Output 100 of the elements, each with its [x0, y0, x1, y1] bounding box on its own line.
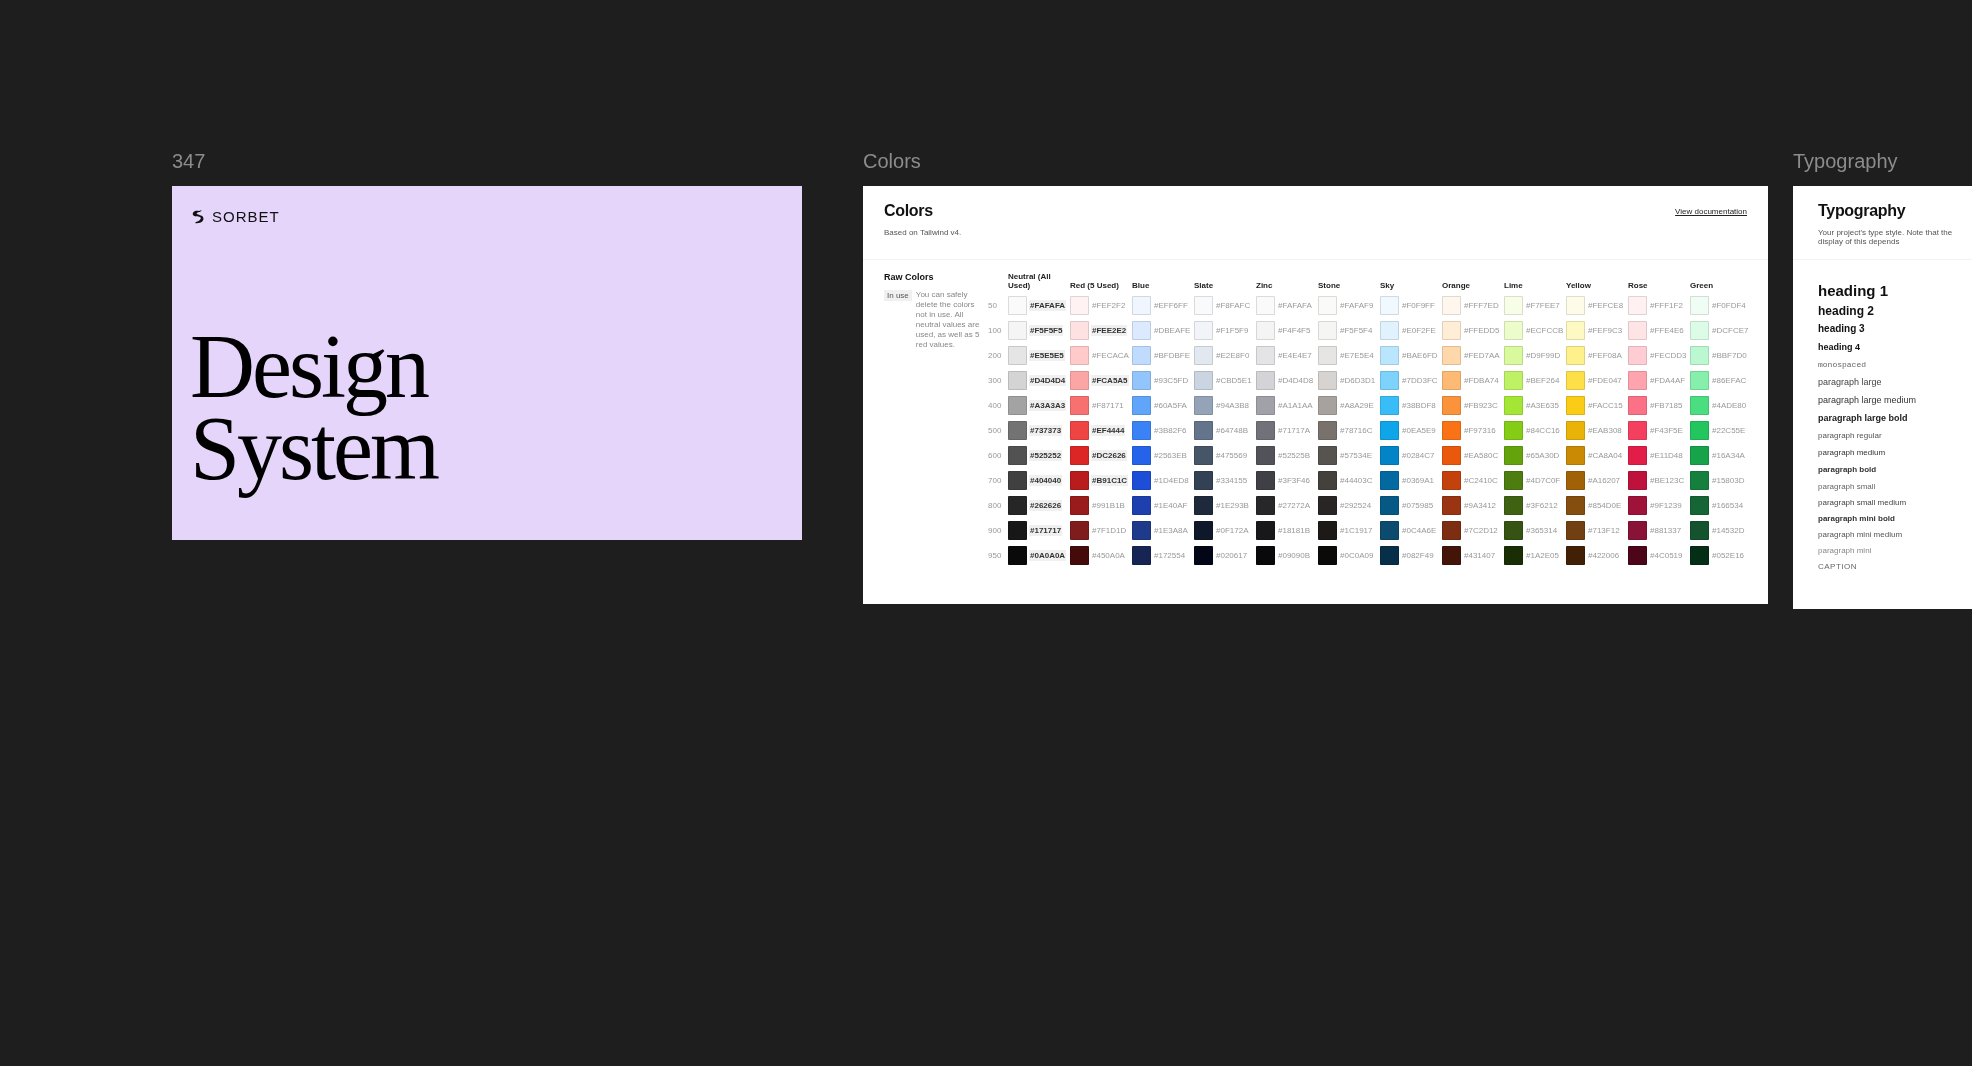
hex-code: #D6D3D1: [1339, 375, 1377, 386]
section-note: You can safely delete the colors not in use. All neutral values are used, as well as 5 red values.: [915, 290, 981, 350]
step-label: 300: [988, 376, 1003, 385]
frame-label[interactable]: Colors: [863, 150, 921, 173]
hex-code: #0284C7: [1401, 450, 1436, 461]
hex-code: #BFDBFE: [1153, 350, 1191, 361]
hex-code: #FDBA74: [1463, 375, 1500, 386]
column-header: Orange: [1442, 281, 1471, 290]
hex-code: #075985: [1401, 500, 1435, 511]
hex-code: #0369A1: [1401, 475, 1436, 486]
hex-code: #475569: [1215, 450, 1249, 461]
hex-code: #BAE6FD: [1401, 350, 1439, 361]
hex-code: #FDE047: [1587, 375, 1623, 386]
hex-code: #93C5FD: [1153, 375, 1190, 386]
hex-code: #E7E5E4: [1339, 350, 1375, 361]
hex-code: #052E16: [1711, 550, 1746, 561]
hex-code: #18181B: [1277, 525, 1312, 536]
hex-code: #15803D: [1711, 475, 1746, 486]
hex-code: #CA8A04: [1587, 450, 1624, 461]
hex-code: #F97316: [1463, 425, 1497, 436]
hex-code: #D4D4D4: [1029, 375, 1067, 386]
hex-code: #F5F5F5: [1029, 325, 1064, 336]
hex-code: #FDA4AF: [1649, 375, 1687, 386]
hex-code: #DCFCE7: [1711, 325, 1750, 336]
hex-code: #BEF264: [1525, 375, 1561, 386]
hex-code: #09090B: [1277, 550, 1312, 561]
step-label: 200: [988, 351, 1003, 360]
page-subtitle: Based on Tailwind v4.: [884, 228, 962, 237]
hex-code: #FEF9C3: [1587, 325, 1624, 336]
type-sample: paragraph small: [1818, 482, 1876, 491]
hex-code: #B91C1C: [1091, 475, 1129, 486]
column-header: Stone: [1318, 281, 1342, 290]
logo-icon: [190, 209, 206, 224]
hex-code: #FEF2F2: [1091, 300, 1127, 311]
hex-code: #525252: [1029, 450, 1063, 461]
page-title: Colors: [884, 202, 934, 220]
column-header: Rose: [1628, 281, 1649, 290]
hex-code: #FAFAFA: [1029, 300, 1067, 311]
frame-label[interactable]: Typography: [1793, 150, 1898, 173]
hex-code: #7DD3FC: [1401, 375, 1439, 386]
hex-code: #F7FEE7: [1525, 300, 1561, 311]
hex-code: #A3A3A3: [1029, 400, 1067, 411]
type-sample: heading 2: [1818, 304, 1874, 318]
step-label: 950: [988, 551, 1003, 560]
hex-code: #854D0E: [1587, 500, 1623, 511]
hex-code: #1D4ED8: [1153, 475, 1190, 486]
frame-label[interactable]: 347: [172, 150, 206, 173]
section-title: Raw Colors: [884, 272, 935, 282]
hex-code: #BBF7D0: [1711, 350, 1748, 361]
hex-code: #F5F5F4: [1339, 325, 1374, 336]
hex-code: #38BDF8: [1401, 400, 1437, 411]
hex-code: #F87171: [1091, 400, 1125, 411]
documentation-link[interactable]: View documentation: [1675, 207, 1747, 216]
page-subtitle: Your project's type style. Note that the display of this depends: [1818, 228, 1954, 246]
hex-code: #4ADE80: [1711, 400, 1748, 411]
hex-code: #7F1D1D: [1091, 525, 1128, 536]
hex-code: #A1A1AA: [1277, 400, 1314, 411]
hex-code: #1C1917: [1339, 525, 1374, 536]
hex-code: #3F3F46: [1277, 475, 1312, 486]
hex-code: #FAFAF9: [1339, 300, 1375, 311]
type-sample: paragraph large: [1818, 377, 1882, 387]
type-sample: CAPTION: [1818, 562, 1858, 571]
type-sample: paragraph regular: [1818, 431, 1882, 440]
hex-code: #0A0A0A: [1029, 550, 1067, 561]
hex-code: #020617: [1215, 550, 1249, 561]
hex-code: #166534: [1711, 500, 1745, 511]
hex-code: #431407: [1463, 550, 1497, 561]
hex-code: #EFF6FF: [1153, 300, 1189, 311]
column-header: Lime: [1504, 281, 1524, 290]
hex-code: #FCA5A5: [1091, 375, 1129, 386]
hex-code: #4D7C0F: [1525, 475, 1562, 486]
hex-code: #57534E: [1339, 450, 1374, 461]
hex-code: #DBEAFE: [1153, 325, 1192, 336]
hex-code: #A8A29E: [1339, 400, 1375, 411]
type-sample: heading 1: [1818, 282, 1888, 299]
step-label: 500: [988, 426, 1003, 435]
hex-code: #FACC15: [1587, 400, 1624, 411]
type-sample: paragraph large bold: [1818, 413, 1908, 423]
hex-code: #292524: [1339, 500, 1373, 511]
hex-code: #F0FDF4: [1711, 300, 1747, 311]
type-sample: paragraph mini: [1818, 546, 1872, 555]
hex-code: #FEE2E2: [1091, 325, 1128, 336]
hex-code: #A16207: [1587, 475, 1622, 486]
column-header: Sky: [1380, 281, 1396, 290]
hex-code: #22C55E: [1711, 425, 1747, 436]
hex-code: #1E40AF: [1153, 500, 1189, 511]
step-label: 50: [988, 301, 998, 310]
hex-code: #FB7185: [1649, 400, 1684, 411]
column-header: Slate: [1194, 281, 1215, 290]
hex-code: #FB923C: [1463, 400, 1499, 411]
hex-code: #422006: [1587, 550, 1621, 561]
hex-code: #FECDD3: [1649, 350, 1688, 361]
hex-code: #082F49: [1401, 550, 1435, 561]
hex-code: #ECFCCB: [1525, 325, 1565, 336]
type-sample: paragraph medium: [1818, 448, 1886, 457]
in-use-badge: In use: [884, 290, 912, 301]
hex-code: #14532D: [1711, 525, 1746, 536]
hex-code: #FFEDD5: [1463, 325, 1501, 336]
hex-code: #E4E4E7: [1277, 350, 1313, 361]
hex-code: #F0F9FF: [1401, 300, 1436, 311]
